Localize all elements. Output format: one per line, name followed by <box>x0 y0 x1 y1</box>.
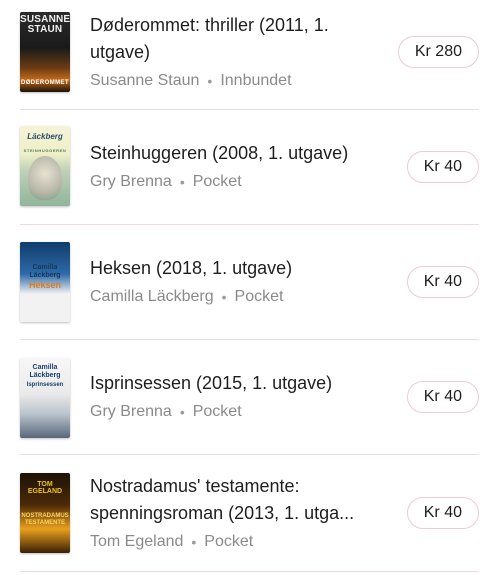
cover-author-text: Läckberg <box>27 132 63 141</box>
book-title[interactable]: Heksen (2018, 1. utgave) <box>90 255 385 282</box>
book-info: Steinhuggeren (2008, 1. utgave) Gry Bren… <box>90 140 385 193</box>
book-format: Innbundet <box>220 72 292 89</box>
book-format: Pocket <box>192 173 242 190</box>
meta-separator: • <box>221 289 227 305</box>
book-title[interactable]: Isprinsessen (2015, 1. utgave) <box>90 370 385 397</box>
cover-author-text: SUSANNE STAUN <box>20 14 70 35</box>
price-button[interactable]: Kr 40 <box>406 497 479 529</box>
cover-author-text: Camilla Läckberg <box>29 264 61 279</box>
list-item[interactable]: Läckberg STEINHUGGEREN Steinhuggeren (20… <box>0 110 499 225</box>
price-button[interactable]: Kr 40 <box>406 151 479 183</box>
book-title[interactable]: Nostradamus' testamente: spenningsroman … <box>90 473 385 527</box>
cover-title-text: Heksen <box>28 280 62 290</box>
book-title[interactable]: Steinhuggeren (2008, 1. utgave) <box>90 140 385 167</box>
list-item[interactable]: Camilla Läckberg Isprinsessen Isprinsess… <box>0 340 499 455</box>
meta-separator: • <box>179 404 185 420</box>
book-list: SUSANNE STAUN DØDEROMMET Døderommet: thr… <box>0 0 499 575</box>
book-author: Tom Egeland <box>90 533 184 550</box>
cover-title-text: NOSTRADAMUS TESTAMENTE <box>21 513 69 526</box>
list-item[interactable]: SUSANNE STAUN DØDEROMMET Døderommet: thr… <box>0 0 499 110</box>
list-item[interactable]: TOM EGELAND NOSTRADAMUS TESTAMENTE Nostr… <box>0 455 499 572</box>
book-meta: Camilla Läckberg • Pocket <box>90 286 385 308</box>
book-format: Pocket <box>234 288 284 305</box>
cover-author-text: Camilla Läckberg <box>29 364 61 379</box>
cover-title-text: DØDEROMMET <box>21 80 69 86</box>
book-format: Pocket <box>192 403 242 420</box>
book-author: Susanne Staun <box>90 72 200 89</box>
meta-separator: • <box>191 534 197 550</box>
book-title[interactable]: Døderommet: thriller (2011, 1. utgave) <box>90 12 385 66</box>
cover-author-text: TOM EGELAND <box>27 481 63 495</box>
price-button[interactable]: Kr 280 <box>397 36 479 68</box>
cover-title-text: Isprinsessen <box>26 382 64 388</box>
book-author: Gry Brenna <box>90 403 172 420</box>
price-button[interactable]: Kr 40 <box>406 266 479 298</box>
book-cover[interactable]: Läckberg STEINHUGGEREN <box>20 126 70 206</box>
book-info: Nostradamus' testamente: spenningsroman … <box>90 473 385 553</box>
book-info: Heksen (2018, 1. utgave) Camilla Läckber… <box>90 255 385 308</box>
book-info: Døderommet: thriller (2011, 1. utgave) S… <box>90 12 385 92</box>
book-meta: Tom Egeland • Pocket <box>90 531 385 553</box>
list-item[interactable]: Camilla Läckberg Heksen Heksen (2018, 1.… <box>0 225 499 340</box>
book-info: Isprinsessen (2015, 1. utgave) Gry Brenn… <box>90 370 385 423</box>
book-author: Gry Brenna <box>90 173 172 190</box>
book-cover[interactable]: Camilla Läckberg Isprinsessen <box>20 358 70 438</box>
cover-illustration <box>28 156 62 200</box>
book-format: Pocket <box>204 533 254 550</box>
price-button[interactable]: Kr 40 <box>406 381 479 413</box>
book-meta: Susanne Staun • Innbundet <box>90 70 385 92</box>
book-meta: Gry Brenna • Pocket <box>90 401 385 423</box>
cover-title-text: STEINHUGGEREN <box>23 148 67 153</box>
meta-separator: • <box>179 174 185 190</box>
book-cover[interactable]: Camilla Läckberg Heksen <box>20 242 70 322</box>
book-cover[interactable]: SUSANNE STAUN DØDEROMMET <box>20 12 70 92</box>
meta-separator: • <box>207 73 213 89</box>
book-meta: Gry Brenna • Pocket <box>90 171 385 193</box>
book-cover[interactable]: TOM EGELAND NOSTRADAMUS TESTAMENTE <box>20 473 70 553</box>
book-author: Camilla Läckberg <box>90 288 214 305</box>
